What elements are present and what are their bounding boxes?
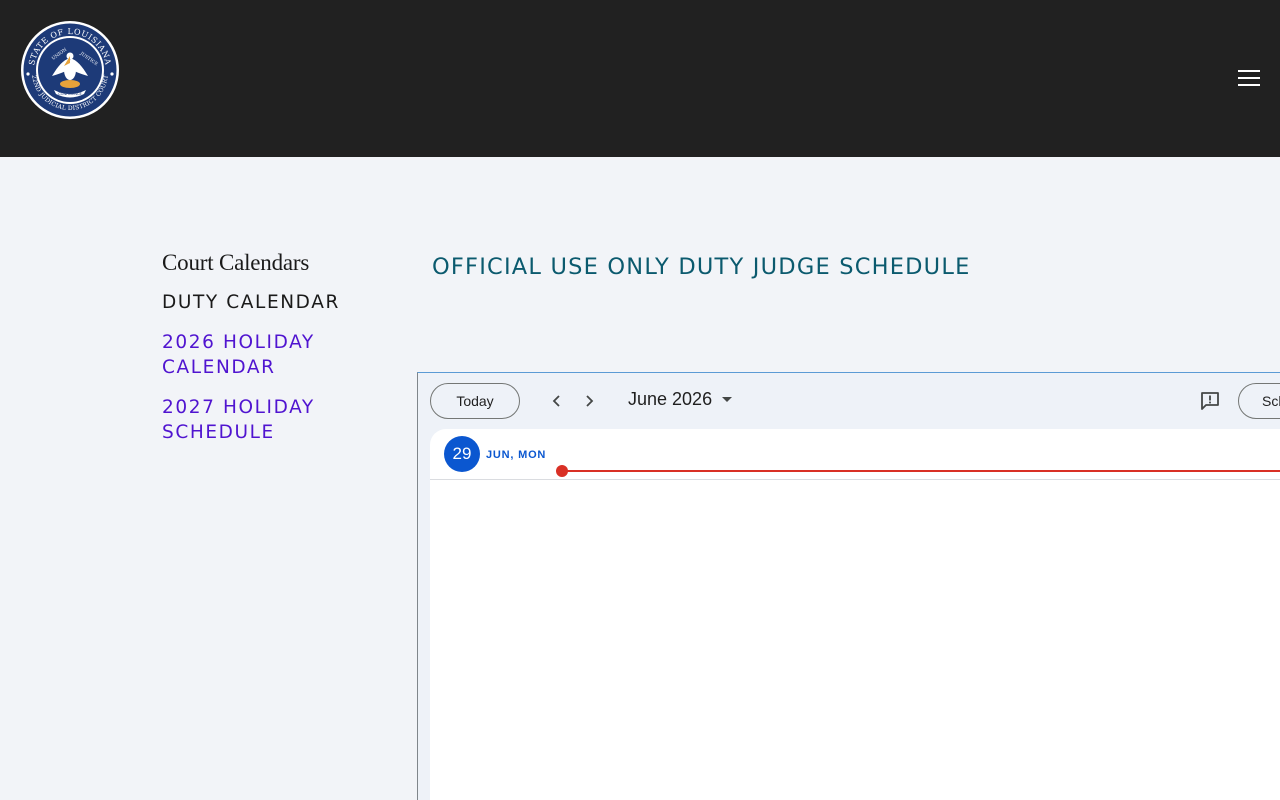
sidebar-item-2027-holiday-schedule[interactable]: 2027 Holiday Schedule	[162, 395, 362, 445]
site-header: STATE OF LOUISIANA 22ND JUDICIAL DISTRIC…	[0, 0, 1280, 157]
schedule-view: 29 JUN, MON	[430, 429, 1280, 800]
next-arrow-icon	[586, 395, 594, 407]
caret-down-icon	[722, 397, 733, 402]
chevron-left-icon[interactable]	[544, 388, 570, 414]
sidebar-heading: Court Calendars	[162, 250, 310, 275]
current-time-line	[562, 470, 1280, 472]
feedback-icon[interactable]	[1198, 389, 1222, 413]
chevron-right-icon[interactable]	[576, 388, 602, 414]
page-title: Official Use Only Duty Judge Schedule	[432, 254, 971, 280]
view-mode-button[interactable]: Schedule	[1238, 383, 1280, 419]
month-selector[interactable]: June 2026	[628, 389, 733, 410]
day-number[interactable]: 29	[444, 436, 480, 472]
embedded-calendar: Today June 2026 Schedule 29 JUN, MON	[417, 372, 1280, 800]
hamburger-menu-icon[interactable]	[1236, 66, 1262, 90]
sidebar-item-duty-calendar[interactable]: Duty Calendar	[162, 290, 392, 315]
seal-icon: STATE OF LOUISIANA 22ND JUDICIAL DISTRIC…	[21, 21, 119, 119]
day-label[interactable]: JUN, MON	[486, 449, 546, 461]
prev-arrow-icon	[552, 395, 560, 407]
feedback-glyph-icon	[1201, 392, 1219, 410]
menu-bar	[1238, 70, 1260, 72]
today-button[interactable]: Today	[430, 383, 520, 419]
menu-bar	[1238, 77, 1260, 79]
month-label: June 2026	[628, 389, 713, 409]
menu-bar	[1238, 84, 1260, 86]
louisiana-seal-logo[interactable]: STATE OF LOUISIANA 22ND JUDICIAL DISTRIC…	[20, 20, 120, 120]
row-divider	[430, 479, 1280, 480]
sidebar-item-2026-holiday-calendar[interactable]: 2026 Holiday Calendar	[162, 330, 362, 380]
svg-text:CONFIDENCE: CONFIDENCE	[58, 92, 82, 96]
